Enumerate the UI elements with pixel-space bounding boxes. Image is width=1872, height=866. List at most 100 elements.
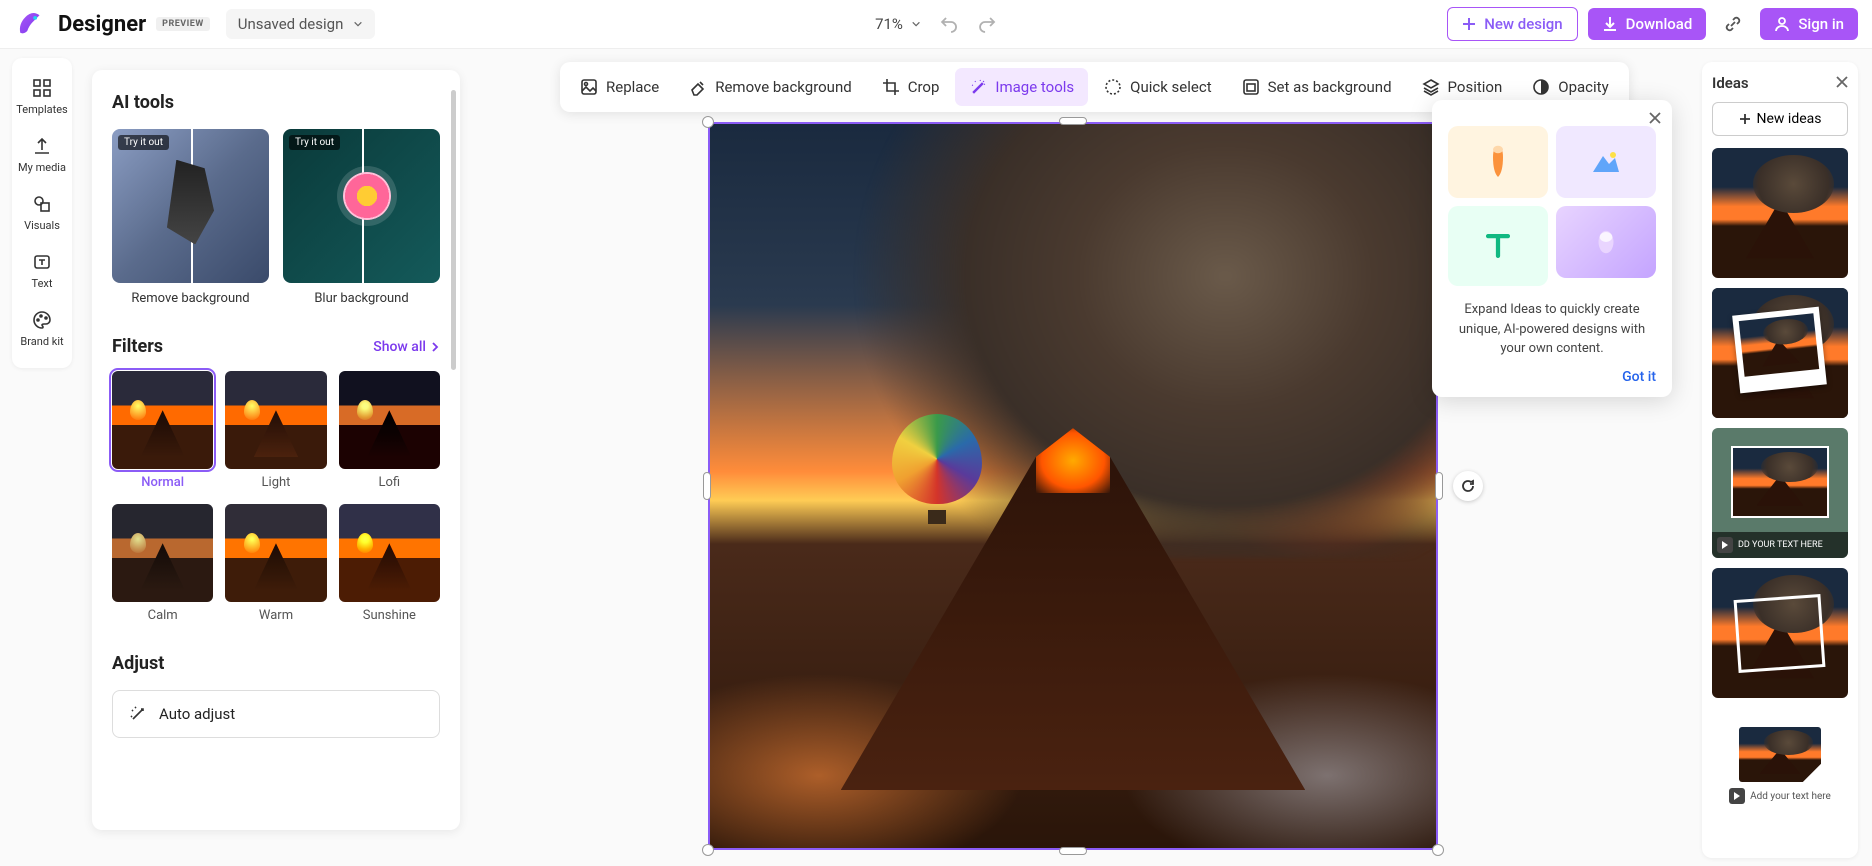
image-tools-button[interactable]: Image tools (955, 68, 1088, 106)
magic-icon (969, 78, 987, 96)
filter-thumb (112, 371, 213, 469)
filter-normal[interactable]: Normal (112, 371, 213, 490)
redo-button[interactable] (977, 14, 997, 34)
pencil-icon (1483, 142, 1513, 182)
idea-thumb-1[interactable] (1712, 148, 1848, 278)
rail-brand-kit[interactable]: Brand kit (12, 300, 72, 358)
sign-in-button[interactable]: Sign in (1760, 8, 1858, 40)
remove-background-card[interactable]: Try it out Remove background (112, 129, 269, 306)
remove-bg-label: Remove background (112, 291, 269, 306)
filter-label: Sunshine (339, 608, 440, 623)
ab-label: Crop (908, 78, 940, 96)
rail-my-media-label: My media (18, 161, 66, 174)
rail-templates[interactable]: Templates (12, 68, 72, 126)
filter-sunshine[interactable]: Sunshine (339, 504, 440, 623)
filter-calm[interactable]: Calm (112, 504, 213, 623)
popover-close[interactable] (1648, 110, 1662, 129)
opacity-icon (1532, 78, 1550, 96)
new-ideas-button[interactable]: New ideas (1712, 102, 1848, 136)
pill-icon (1591, 227, 1621, 257)
quick-select-button[interactable]: Quick select (1090, 68, 1225, 106)
resize-handle-mr[interactable] (1435, 472, 1443, 500)
canvas-image-content (710, 124, 1436, 848)
mountain-icon (1591, 150, 1621, 174)
undo-button[interactable] (939, 14, 959, 34)
upload-icon (32, 136, 52, 156)
rotate-icon (1460, 478, 1476, 494)
wand-icon (129, 705, 147, 723)
filters-heading: Filters (112, 336, 163, 357)
show-all-filters[interactable]: Show all (373, 339, 440, 355)
crop-button[interactable]: Crop (868, 68, 954, 106)
zoom-dropdown[interactable]: 71% (875, 15, 921, 33)
ab-label: Position (1448, 78, 1503, 96)
app-logo[interactable] (14, 9, 44, 39)
preview-badge: PREVIEW (156, 17, 210, 31)
remove-background-button[interactable]: Remove background (675, 68, 865, 106)
filter-warm[interactable]: Warm (225, 504, 326, 623)
filter-thumb (112, 504, 213, 602)
auto-adjust-label: Auto adjust (159, 705, 235, 723)
blur-background-card[interactable]: Try it out Blur background (283, 129, 440, 306)
idea-thumb-4[interactable] (1712, 568, 1848, 698)
filter-lofi[interactable]: Lofi (339, 371, 440, 490)
ideas-close[interactable] (1836, 74, 1848, 92)
canvas-selection[interactable] (708, 122, 1438, 850)
plus-icon (1739, 113, 1751, 125)
image-tools-panel: AI tools Try it out Remove background Tr… (92, 70, 460, 830)
ab-label: Set as background (1268, 78, 1392, 96)
resize-handle-ml[interactable] (703, 472, 711, 500)
adjust-heading: Adjust (112, 653, 440, 674)
resize-handle-tc[interactable] (1059, 117, 1087, 125)
resize-handle-bl[interactable] (702, 844, 714, 856)
got-it-button[interactable]: Got it (1448, 369, 1656, 385)
top-bar: Designer PREVIEW Unsaved design 71% New … (0, 0, 1872, 49)
resize-handle-tl[interactable] (702, 116, 714, 128)
idea-thumb-5[interactable]: Add your text here (1712, 708, 1848, 823)
filter-thumb (225, 504, 326, 602)
link-button[interactable] (1716, 7, 1750, 41)
replace-button[interactable]: Replace (566, 68, 673, 106)
rail-templates-label: Templates (16, 103, 67, 116)
popover-tile-brush (1448, 126, 1548, 198)
popover-body: Expand Ideas to quickly create unique, A… (1448, 300, 1656, 359)
filters-grid: Normal Light Lofi Calm Warm Sunshine (112, 371, 440, 623)
selected-image[interactable] (708, 122, 1438, 850)
auto-adjust-button[interactable]: Auto adjust (112, 690, 440, 738)
filter-light[interactable]: Light (225, 371, 326, 490)
grid-icon (32, 78, 52, 98)
resize-handle-br[interactable] (1432, 844, 1444, 856)
chevron-down-icon (353, 19, 363, 29)
download-button[interactable]: Download (1588, 8, 1707, 40)
chevron-right-icon (430, 342, 440, 352)
resize-handle-bc[interactable] (1059, 847, 1087, 855)
ai-tools-heading: AI tools (112, 92, 440, 113)
idea-caption: Add your text here (1750, 791, 1831, 802)
idea-thumb-3[interactable]: DD YOUR TEXT HERE (1712, 428, 1848, 558)
rail-visuals[interactable]: Visuals (12, 184, 72, 242)
download-label: Download (1626, 15, 1693, 33)
idea-caption: DD YOUR TEXT HERE (1738, 540, 1823, 550)
ab-label: Quick select (1130, 78, 1211, 96)
show-all-label: Show all (373, 339, 426, 355)
user-icon (1774, 16, 1790, 32)
rail-text-label: Text (32, 277, 53, 290)
filter-label: Lofi (339, 475, 440, 490)
popover-tile-shape (1556, 206, 1656, 278)
new-design-button[interactable]: New design (1447, 7, 1577, 41)
close-icon (1648, 111, 1662, 125)
document-dropdown[interactable]: Unsaved design (226, 9, 376, 39)
background-icon (1242, 78, 1260, 96)
rail-text[interactable]: Text (12, 242, 72, 300)
rail-my-media[interactable]: My media (12, 126, 72, 184)
popover-tile-text (1448, 206, 1548, 286)
idea-thumb-2[interactable] (1712, 288, 1848, 418)
shapes-icon (32, 194, 52, 214)
layers-icon (1422, 78, 1440, 96)
plus-icon (1462, 17, 1476, 31)
rotate-handle[interactable] (1453, 471, 1483, 501)
remove-bg-thumb: Try it out (112, 129, 269, 283)
ideas-sidebar: Ideas New ideas DD YOUR TEXT HERE Add yo… (1702, 62, 1858, 858)
new-design-label: New design (1484, 15, 1562, 33)
set-background-button[interactable]: Set as background (1228, 68, 1406, 106)
